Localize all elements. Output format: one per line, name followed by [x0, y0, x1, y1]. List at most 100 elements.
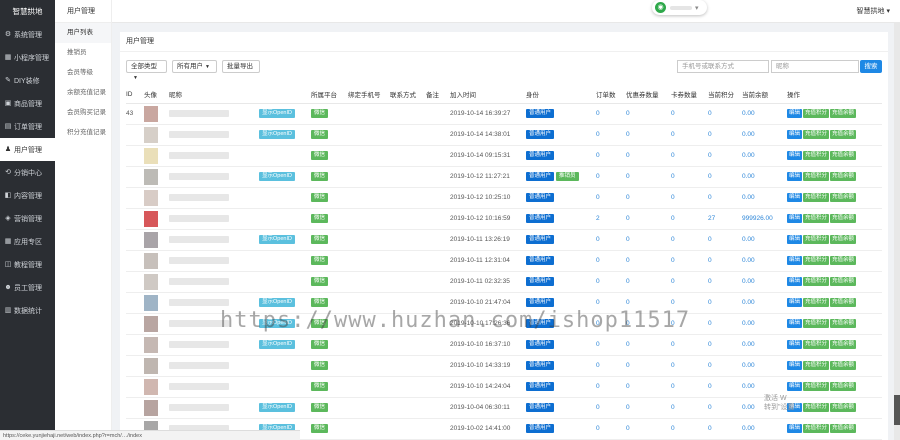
coupon-count[interactable]: 0 [626, 376, 671, 398]
sidebar-item[interactable]: ▤ 订单管理 [0, 115, 55, 138]
card-count[interactable]: 0 [671, 208, 708, 230]
sidebar-item[interactable]: ▥ 数据统计 [0, 299, 55, 322]
points-value[interactable]: 0 [708, 313, 742, 335]
coupon-count[interactable]: 0 [626, 103, 671, 125]
points-value[interactable]: 0 [708, 292, 742, 314]
recharge-points-button[interactable]: 充值积分 [803, 361, 830, 370]
user-filter-dropdown[interactable]: 所有用户 ▼ [172, 60, 217, 73]
points-value[interactable]: 0 [708, 271, 742, 293]
coupon-count[interactable]: 0 [626, 250, 671, 272]
order-count[interactable]: 0 [596, 376, 626, 398]
points-value[interactable]: 0 [708, 418, 742, 440]
recharge-balance-button[interactable]: 充值余额 [830, 319, 857, 328]
card-count[interactable]: 0 [671, 166, 708, 188]
show-openid-button[interactable]: 显示OpenID [259, 235, 295, 244]
edit-button[interactable]: 编辑 [787, 130, 803, 139]
edit-button[interactable]: 编辑 [787, 109, 803, 118]
points-value[interactable]: 0 [708, 334, 742, 356]
scrollbar-thumb[interactable] [894, 395, 900, 425]
coupon-count[interactable]: 0 [626, 313, 671, 335]
order-count[interactable]: 0 [596, 145, 626, 167]
sidebar-item[interactable]: ♟ 用户管理 [0, 138, 55, 161]
sidebar-item[interactable]: ✎ DIY装修 [0, 69, 55, 92]
order-count[interactable]: 0 [596, 250, 626, 272]
card-count[interactable]: 0 [671, 145, 708, 167]
sidebar-item[interactable]: ◧ 内容管理 [0, 184, 55, 207]
order-count[interactable]: 0 [596, 418, 626, 440]
points-value[interactable]: 0 [708, 250, 742, 272]
points-value[interactable]: 0 [708, 187, 742, 209]
edit-button[interactable]: 编辑 [787, 340, 803, 349]
coupon-count[interactable]: 0 [626, 229, 671, 251]
balance-value[interactable]: 0.00 [742, 166, 787, 188]
recharge-points-button[interactable]: 充值积分 [803, 214, 830, 223]
balance-value[interactable]: 0.00 [742, 187, 787, 209]
sidebar-item[interactable]: ◈ 营销管理 [0, 207, 55, 230]
balance-value[interactable]: 0.00 [742, 418, 787, 440]
user-menu[interactable]: 智慧拱地 ▾ [857, 6, 890, 16]
card-count[interactable]: 0 [671, 292, 708, 314]
recharge-balance-button[interactable]: 充值余额 [830, 256, 857, 265]
sidebar-item[interactable]: ▦ 应用专区 [0, 230, 55, 253]
coupon-count[interactable]: 0 [626, 187, 671, 209]
subnav-item[interactable]: 会员购买记录 [55, 103, 111, 123]
recharge-balance-button[interactable]: 充值余额 [830, 172, 857, 181]
balance-value[interactable]: 0.00 [742, 355, 787, 377]
points-value[interactable]: 0 [708, 103, 742, 125]
coupon-count[interactable]: 0 [626, 145, 671, 167]
coupon-count[interactable]: 0 [626, 397, 671, 419]
card-count[interactable]: 0 [671, 313, 708, 335]
subnav-item[interactable]: 积分充值记录 [55, 123, 111, 143]
sidebar-item[interactable]: ☻ 员工管理 [0, 276, 55, 299]
points-value[interactable]: 0 [708, 166, 742, 188]
sidebar-item[interactable]: ▦ 小程序管理 [0, 46, 55, 69]
recharge-balance-button[interactable]: 充值余额 [830, 403, 857, 412]
balance-value[interactable]: 999926.00 [742, 208, 787, 230]
edit-button[interactable]: 编辑 [787, 256, 803, 265]
points-value[interactable]: 0 [708, 376, 742, 398]
order-count[interactable]: 0 [596, 229, 626, 251]
recharge-points-button[interactable]: 充值积分 [803, 172, 830, 181]
order-count[interactable]: 0 [596, 166, 626, 188]
points-value[interactable]: 0 [708, 229, 742, 251]
balance-value[interactable]: 0.00 [742, 334, 787, 356]
sidebar-item[interactable]: ◫ 教程管理 [0, 253, 55, 276]
order-count[interactable]: 0 [596, 355, 626, 377]
card-count[interactable]: 0 [671, 376, 708, 398]
recharge-points-button[interactable]: 充值积分 [803, 298, 830, 307]
recharge-balance-button[interactable]: 充值余额 [830, 361, 857, 370]
coupon-count[interactable]: 0 [626, 124, 671, 146]
edit-button[interactable]: 编辑 [787, 319, 803, 328]
balance-value[interactable]: 0.00 [742, 313, 787, 335]
recharge-balance-button[interactable]: 充值余额 [830, 382, 857, 391]
card-count[interactable]: 0 [671, 250, 708, 272]
recharge-points-button[interactable]: 充值积分 [803, 130, 830, 139]
sidebar-item[interactable]: ⚙ 系统管理 [0, 23, 55, 46]
page-scrollbar[interactable] [894, 23, 900, 440]
recharge-balance-button[interactable]: 充值余额 [830, 109, 857, 118]
edit-button[interactable]: 编辑 [787, 235, 803, 244]
recharge-points-button[interactable]: 充值积分 [803, 277, 830, 286]
subnav-item[interactable]: 会员等级 [55, 63, 111, 83]
card-count[interactable]: 0 [671, 271, 708, 293]
recharge-balance-button[interactable]: 充值余额 [830, 130, 857, 139]
coupon-count[interactable]: 0 [626, 355, 671, 377]
recharge-points-button[interactable]: 充值积分 [803, 193, 830, 202]
card-count[interactable]: 0 [671, 418, 708, 440]
bulk-export-button[interactable]: 批量导出 [222, 60, 260, 73]
order-count[interactable]: 0 [596, 334, 626, 356]
search-button[interactable]: 搜索 [860, 60, 882, 73]
recharge-balance-button[interactable]: 充值余额 [830, 424, 857, 433]
recharge-balance-button[interactable]: 充值余额 [830, 340, 857, 349]
order-count[interactable]: 0 [596, 271, 626, 293]
recharge-points-button[interactable]: 充值积分 [803, 151, 830, 160]
edit-button[interactable]: 编辑 [787, 172, 803, 181]
balance-value[interactable]: 0.00 [742, 250, 787, 272]
show-openid-button[interactable]: 显示OpenID [259, 340, 295, 349]
card-count[interactable]: 0 [671, 124, 708, 146]
card-count[interactable]: 0 [671, 397, 708, 419]
balance-value[interactable]: 0.00 [742, 292, 787, 314]
recharge-balance-button[interactable]: 充值余额 [830, 298, 857, 307]
order-count[interactable]: 0 [596, 292, 626, 314]
show-openid-button[interactable]: 显示OpenID [259, 109, 295, 118]
